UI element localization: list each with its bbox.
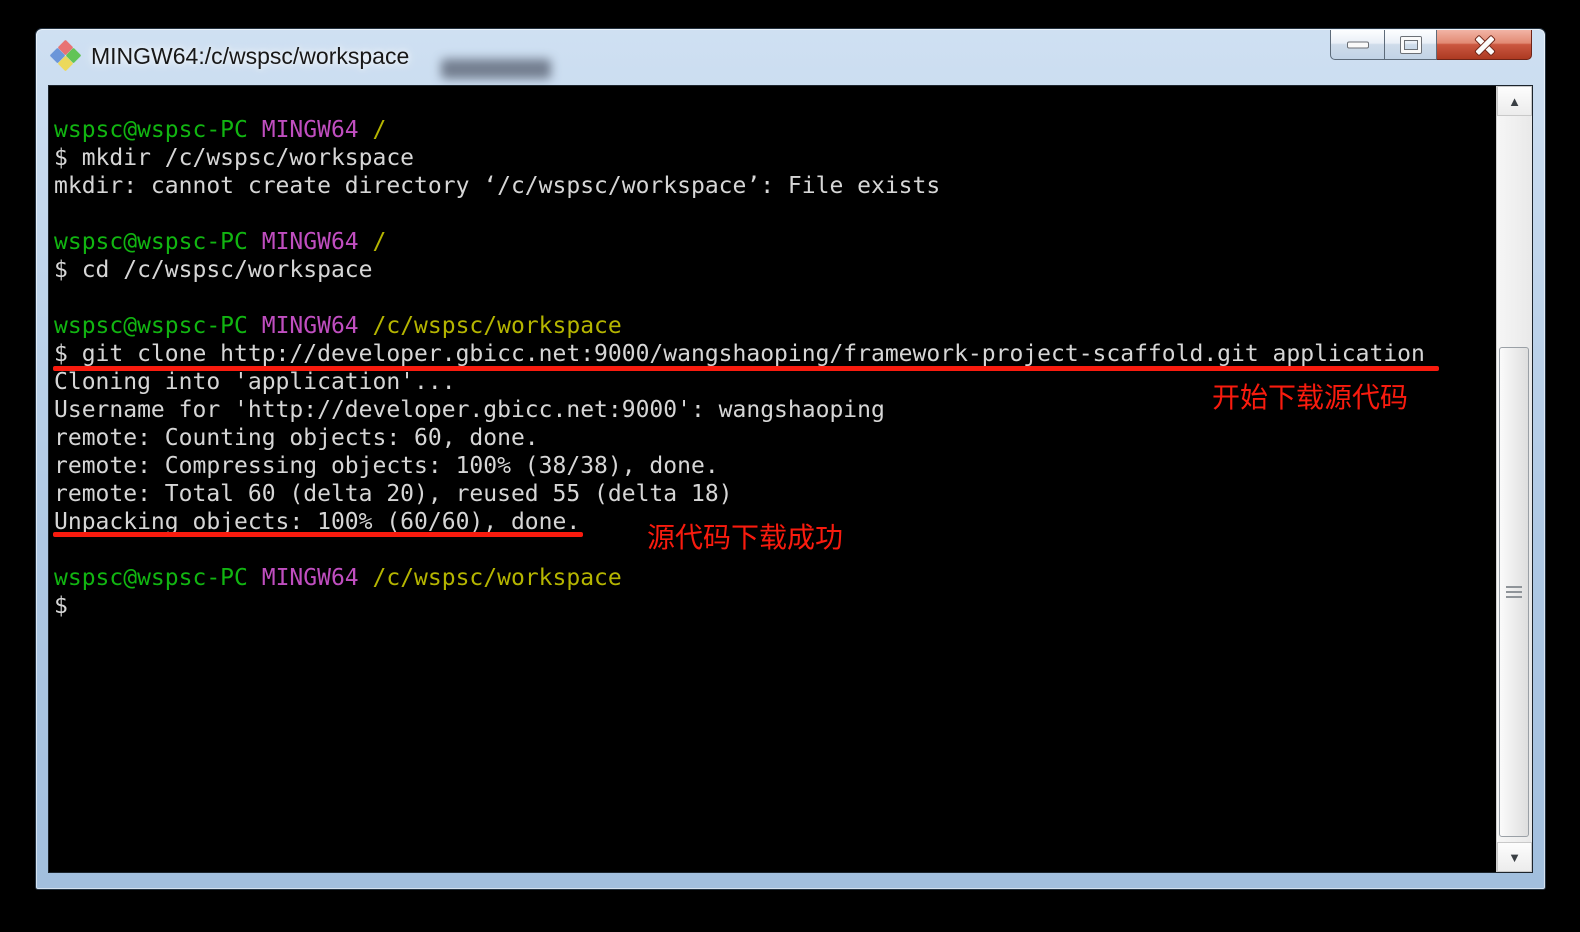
terminal-text-segment: $ mkdir /c/wspsc/workspace	[54, 145, 414, 171]
maximize-button[interactable]	[1385, 30, 1437, 60]
terminal-text-segment: remote: Counting objects: 60, done.	[54, 425, 539, 451]
terminal-line: remote: Counting objects: 60, done.	[54, 424, 1496, 452]
window-controls	[1330, 30, 1532, 60]
terminal-text-segment: $ git clone http://developer.gbicc.net:9…	[54, 341, 1425, 367]
scroll-down-button[interactable]: ▼	[1497, 842, 1532, 872]
terminal-text-segment: /	[373, 117, 387, 143]
terminal-line: mkdir: cannot create directory ‘/c/wspsc…	[54, 172, 1496, 200]
terminal-text-segment: Username for 'http://developer.gbicc.net…	[54, 397, 885, 423]
terminal-text-segment: $ cd /c/wspsc/workspace	[54, 257, 373, 283]
terminal-text-segment: /c/wspsc/workspace	[373, 565, 622, 591]
terminal-text-segment: Cloning into 'application'...	[54, 369, 456, 395]
terminal-text-segment: wspsc@wspsc-PC	[54, 229, 262, 255]
terminal-text-segment: wspsc@wspsc-PC	[54, 313, 262, 339]
terminal-text-segment: MINGW64	[262, 117, 373, 143]
terminal-line: wspsc@wspsc-PC MINGW64 /c/wspsc/workspac…	[54, 564, 1496, 592]
scroll-up-button[interactable]: ▲	[1497, 86, 1532, 116]
terminal-line	[54, 284, 1496, 312]
terminal-text-segment: MINGW64	[262, 565, 373, 591]
annotation-text: 开始下载源代码	[1212, 376, 1408, 416]
annotation-text: 源代码下载成功	[647, 516, 843, 556]
minimize-button[interactable]	[1330, 30, 1385, 60]
terminal-output[interactable]: wspsc@wspsc-PC MINGW64 /$ mkdir /c/wspsc…	[49, 86, 1496, 872]
terminal-text-segment: wspsc@wspsc-PC	[54, 117, 262, 143]
scrollbar-track[interactable]	[1497, 116, 1532, 842]
terminal-text-segment: MINGW64	[262, 313, 373, 339]
terminal-line	[54, 200, 1496, 228]
mingw-app-icon	[52, 42, 80, 70]
scrollbar-thumb[interactable]	[1499, 347, 1529, 837]
terminal-text-segment: $	[54, 593, 68, 619]
terminal-line: $ git clone http://developer.gbicc.net:9…	[54, 340, 1496, 368]
terminal-text-segment: /	[373, 229, 387, 255]
title-bar[interactable]: MINGW64:/c/wspsc/workspace	[36, 29, 1545, 85]
terminal-line: wspsc@wspsc-PC MINGW64 /	[54, 116, 1496, 144]
terminal-line: wspsc@wspsc-PC MINGW64 /c/wspsc/workspac…	[54, 312, 1496, 340]
terminal-line: remote: Compressing objects: 100% (38/38…	[54, 452, 1496, 480]
terminal-line: $ mkdir /c/wspsc/workspace	[54, 144, 1496, 172]
terminal-text-segment: wspsc@wspsc-PC	[54, 565, 262, 591]
blurred-text-smudge	[441, 59, 551, 79]
close-button[interactable]	[1437, 30, 1532, 60]
terminal-text-segment: remote: Total 60 (delta 20), reused 55 (…	[54, 481, 733, 507]
window-title: MINGW64:/c/wspsc/workspace	[91, 43, 409, 70]
terminal-window: MINGW64:/c/wspsc/workspace wspsc@wspsc-P…	[35, 28, 1546, 890]
terminal-text-segment: remote: Compressing objects: 100% (38/38…	[54, 453, 719, 479]
terminal-text-segment: mkdir: cannot create directory ‘/c/wspsc…	[54, 173, 940, 199]
terminal-line: remote: Total 60 (delta 20), reused 55 (…	[54, 480, 1496, 508]
terminal-client-area: wspsc@wspsc-PC MINGW64 /$ mkdir /c/wspsc…	[48, 85, 1533, 873]
red-underline	[53, 366, 1439, 371]
maximize-icon	[1401, 37, 1421, 53]
scrollbar: ▲ ▼	[1496, 86, 1532, 872]
terminal-text-segment: MINGW64	[262, 229, 373, 255]
terminal-line: $ cd /c/wspsc/workspace	[54, 256, 1496, 284]
terminal-text-segment: /c/wspsc/workspace	[373, 313, 622, 339]
terminal-line: $	[54, 592, 1496, 620]
scrollbar-grip-icon	[1506, 586, 1522, 598]
terminal-line: wspsc@wspsc-PC MINGW64 /	[54, 228, 1496, 256]
red-underline	[53, 532, 583, 537]
minimize-icon	[1347, 41, 1369, 48]
